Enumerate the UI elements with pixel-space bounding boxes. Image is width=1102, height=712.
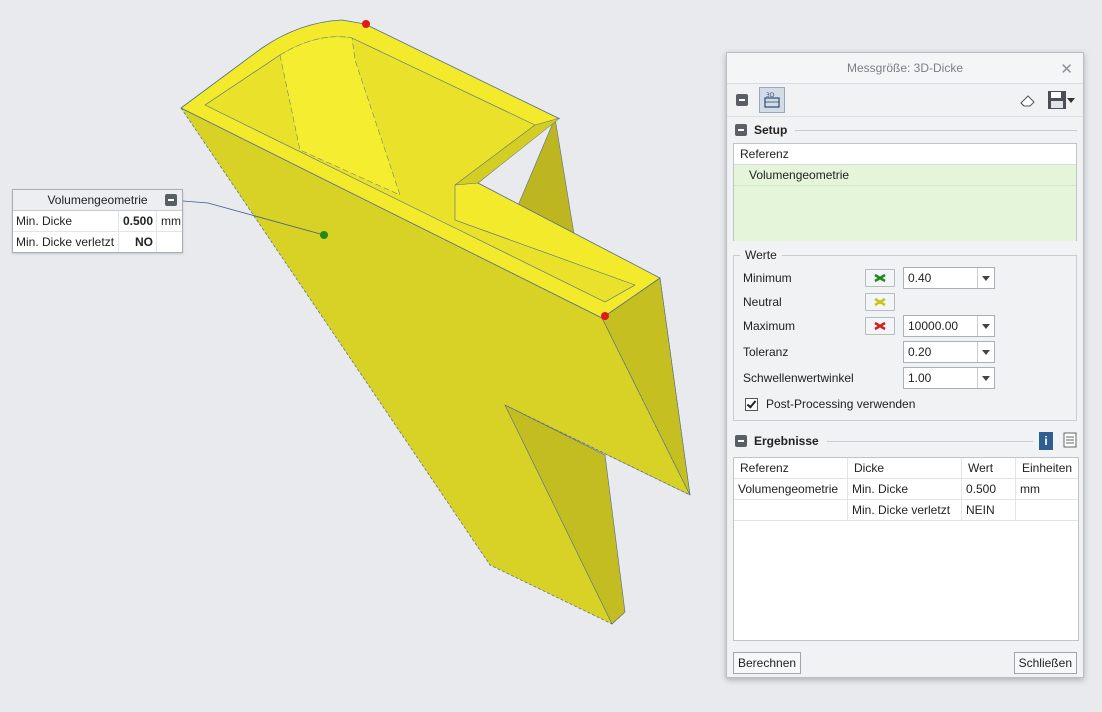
column-header[interactable]: Referenz <box>734 458 848 478</box>
results-table[interactable]: Referenz Dicke Wert Einheiten Volumengeo… <box>733 457 1079 641</box>
results-header-row: Referenz Dicke Wert Einheiten <box>734 458 1078 479</box>
chevron-down-icon[interactable] <box>977 316 994 336</box>
reference-table[interactable]: Referenz Volumengeometrie <box>733 143 1077 241</box>
maximum-label: Maximum <box>743 319 796 333</box>
report-icon[interactable] <box>1063 432 1077 451</box>
toleranz-row: Toleranz 0.20 <box>743 341 995 363</box>
callout-row: Min. Dicke verletzt NO <box>13 232 182 252</box>
minimum-row: Minimum 0.40 <box>743 267 995 289</box>
callout-collapse-icon[interactable] <box>165 194 177 206</box>
callout-label: Min. Dicke <box>13 211 119 231</box>
minimum-label: Minimum <box>743 271 792 285</box>
setup-section-header[interactable]: Setup <box>727 121 1083 139</box>
werte-group: Werte Minimum 0.40 Neutral Maximum 10000… <box>733 248 1077 421</box>
maximum-value[interactable]: 10000.00 <box>904 319 977 333</box>
save-dropdown-icon <box>1067 98 1075 103</box>
cell-referenz <box>734 500 848 520</box>
callout-row: Min. Dicke 0.500 mm <box>13 211 182 232</box>
results-section-header[interactable]: Ergebnisse i <box>727 432 1083 450</box>
toleranz-value[interactable]: 0.20 <box>904 345 977 359</box>
cell-wert: 0.500 <box>962 479 1016 499</box>
close-button[interactable]: Schließen <box>1013 652 1077 674</box>
callout-value: NO <box>119 232 157 252</box>
thickness-dialog: Messgröße: 3D-Dicke ✕ 3D Setup Referenz … <box>726 52 1084 678</box>
cell-einheiten: mm <box>1020 482 1040 496</box>
measure-point-red-corner[interactable] <box>601 312 609 320</box>
minimum-combo[interactable]: 0.40 <box>903 267 995 289</box>
callout-value: 0.500 <box>119 211 157 231</box>
toleranz-combo[interactable]: 0.20 <box>903 341 995 363</box>
column-header[interactable]: Einheiten <box>1016 458 1078 478</box>
save-icon[interactable] <box>1047 90 1075 110</box>
table-row[interactable]: Min. Dicke verletzt NEIN <box>734 500 1078 521</box>
cell-einheiten <box>1016 500 1078 520</box>
neutral-row: Neutral <box>743 291 903 313</box>
compute-button[interactable]: Berechnen <box>733 652 802 674</box>
setup-collapse-icon[interactable] <box>735 124 747 136</box>
minus-icon[interactable] <box>736 94 748 106</box>
chevron-down-icon[interactable] <box>977 368 994 388</box>
divider <box>795 129 1077 131</box>
results-heading: Ergebnisse <box>754 434 819 448</box>
eraser-icon[interactable] <box>1019 93 1037 110</box>
toleranz-label: Toleranz <box>743 345 789 359</box>
postprocessing-label[interactable]: Post-Processing verwenden <box>766 397 915 411</box>
column-header[interactable]: Dicke <box>848 458 962 478</box>
cell-wert: NEIN <box>962 500 1016 520</box>
neutral-label: Neutral <box>743 295 782 309</box>
dialog-titlebar[interactable]: Messgröße: 3D-Dicke ✕ <box>727 53 1083 84</box>
measure-point-red-top[interactable] <box>362 20 370 28</box>
minimum-value[interactable]: 0.40 <box>904 271 977 285</box>
callout-unit: mm <box>161 214 181 228</box>
table-row[interactable]: Volumengeometrie Min. Dicke 0.500 mm <box>734 479 1078 500</box>
dialog-title: Messgröße: 3D-Dicke <box>846 61 964 75</box>
cell-referenz: Volumengeometrie <box>734 479 848 499</box>
maximum-color-button[interactable] <box>865 317 895 335</box>
setup-heading: Setup <box>754 123 788 137</box>
3d-icon-text: 3D <box>766 92 775 99</box>
measure-point-green[interactable] <box>320 231 328 239</box>
column-header[interactable]: Wert <box>962 458 1016 478</box>
maximum-combo[interactable]: 10000.00 <box>903 315 995 337</box>
winkel-row: Schwellenwertwinkel 1.00 <box>743 367 995 389</box>
callout-title: Volumengeometrie <box>47 193 148 207</box>
neutral-color-button[interactable] <box>865 293 895 311</box>
cell-dicke: Min. Dicke <box>848 479 962 499</box>
reference-row[interactable]: Volumengeometrie <box>734 165 1076 186</box>
postprocessing-row[interactable]: Post-Processing verwenden <box>745 397 915 411</box>
winkel-label: Schwellenwertwinkel <box>743 371 854 385</box>
winkel-value[interactable]: 1.00 <box>904 371 977 385</box>
dialog-toolbar: 3D <box>727 84 1083 117</box>
info-icon[interactable]: i <box>1039 432 1053 450</box>
divider <box>826 440 1033 442</box>
callout-label: Min. Dicke verletzt <box>13 232 119 252</box>
minimum-color-button[interactable] <box>865 269 895 287</box>
callout-header: Volumengeometrie <box>13 190 182 211</box>
postprocessing-checkbox[interactable] <box>745 397 758 411</box>
results-collapse-icon[interactable] <box>735 435 747 447</box>
werte-legend: Werte <box>740 248 782 262</box>
maximum-row: Maximum 10000.00 <box>743 315 995 337</box>
reference-column-header: Referenz <box>734 144 1076 165</box>
winkel-combo[interactable]: 1.00 <box>903 367 995 389</box>
close-icon[interactable]: ✕ <box>1060 60 1073 78</box>
reference-list[interactable]: Volumengeometrie <box>734 165 1076 241</box>
thickness-callout[interactable]: Volumengeometrie Min. Dicke 0.500 mm Min… <box>12 189 183 253</box>
cell-dicke: Min. Dicke verletzt <box>848 500 962 520</box>
chevron-down-icon[interactable] <box>977 342 994 362</box>
chevron-down-icon[interactable] <box>977 268 994 288</box>
3d-thickness-icon[interactable]: 3D <box>759 87 785 113</box>
